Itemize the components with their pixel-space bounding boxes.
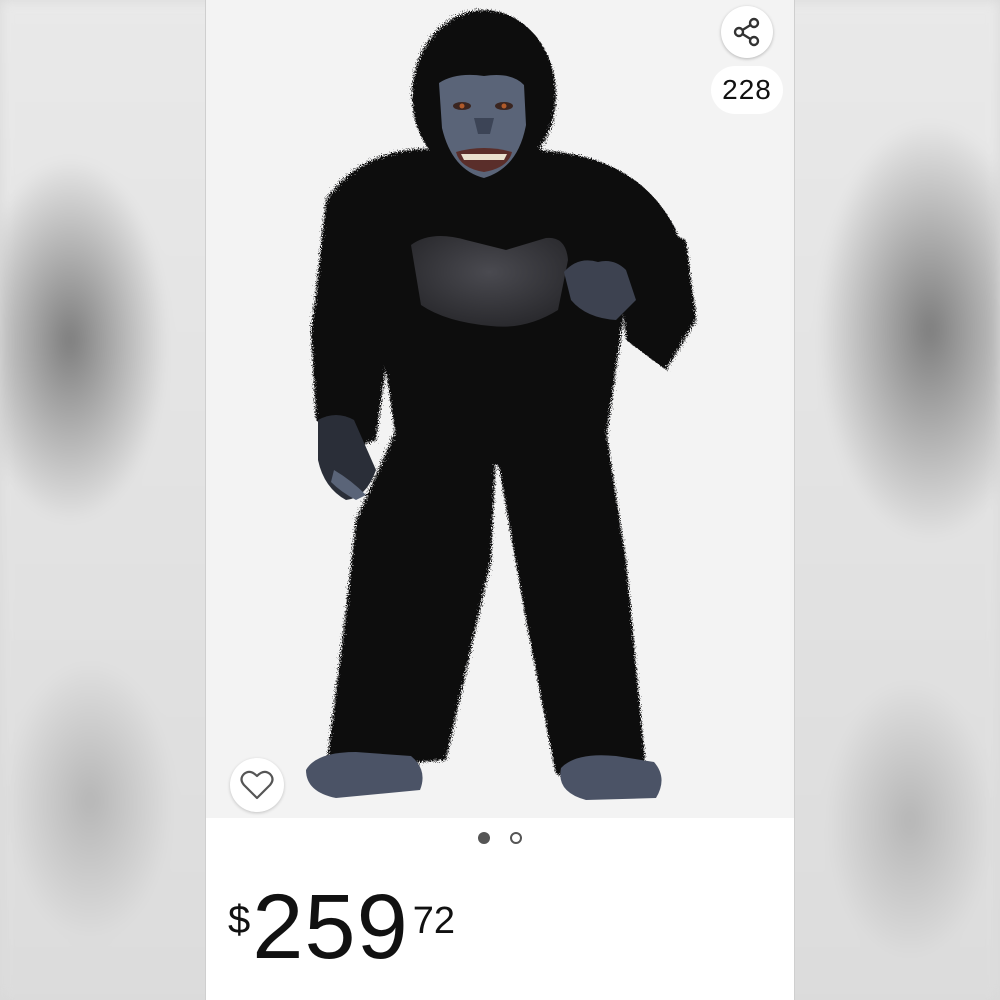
price-currency: $	[228, 898, 251, 942]
price-fraction: 72	[412, 900, 456, 942]
price: $ 259 72	[228, 872, 455, 982]
carousel-dot-2[interactable]	[510, 832, 522, 844]
wishlist-button[interactable]	[230, 758, 284, 812]
product-card: 228 $ 259 72	[206, 0, 794, 1000]
gorilla-costume-illustration	[206, 0, 794, 818]
right-edge	[794, 0, 795, 1000]
carousel-indicator	[206, 828, 794, 848]
share-icon	[733, 17, 760, 47]
heart-outline-icon	[240, 770, 274, 800]
carousel-dot-1[interactable]	[478, 832, 490, 844]
share-button[interactable]	[721, 6, 773, 58]
price-whole: 259	[252, 876, 409, 978]
product-image[interactable]	[206, 0, 794, 818]
share-count: 228	[711, 66, 783, 114]
